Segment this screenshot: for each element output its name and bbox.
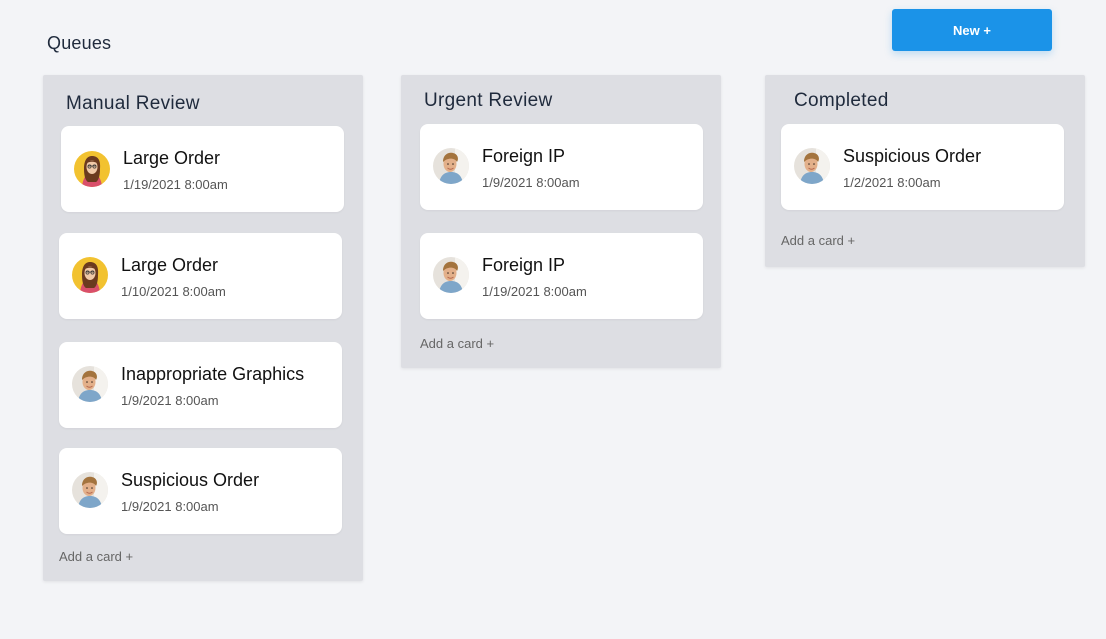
card-date: 1/10/2021 8:00am [121, 284, 226, 299]
male-avatar-icon [433, 148, 469, 184]
queue-card[interactable]: Foreign IP 1/19/2021 8:00am [420, 233, 703, 319]
page-title: Queues [47, 33, 112, 53]
queue-column-completed: Completed Suspicious Order 1/2/2021 8:00… [765, 75, 1085, 267]
new-button[interactable]: New + [892, 9, 1052, 51]
male-avatar-icon [72, 366, 108, 402]
queue-card[interactable]: Large Order 1/19/2021 8:00am [61, 126, 344, 212]
card-date: 1/9/2021 8:00am [121, 499, 219, 514]
card-date: 1/19/2021 8:00am [482, 284, 587, 299]
queue-card[interactable]: Large Order 1/10/2021 8:00am [59, 233, 342, 319]
card-date: 1/19/2021 8:00am [123, 177, 228, 192]
card-title: Suspicious Order [843, 146, 982, 166]
column-title: Urgent Review [424, 90, 553, 111]
add-card-button[interactable]: Add a card + [420, 336, 494, 351]
queue-card[interactable]: Suspicious Order 1/9/2021 8:00am [59, 448, 342, 534]
card-title: Suspicious Order [121, 470, 260, 490]
card-date: 1/9/2021 8:00am [482, 175, 580, 190]
column-title: Completed [794, 90, 889, 111]
card-title: Foreign IP [482, 146, 566, 166]
add-card-button[interactable]: Add a card + [59, 549, 133, 564]
female-avatar-icon [72, 257, 108, 293]
card-title: Large Order [121, 255, 219, 275]
add-card-button[interactable]: Add a card + [781, 233, 855, 248]
queue-card[interactable]: Inappropriate Graphics 1/9/2021 8:00am [59, 342, 342, 428]
queue-card[interactable]: Suspicious Order 1/2/2021 8:00am [781, 124, 1064, 210]
card-title: Inappropriate Graphics [121, 364, 305, 384]
male-avatar-icon [794, 148, 830, 184]
card-date: 1/9/2021 8:00am [121, 393, 219, 408]
card-title: Foreign IP [482, 255, 566, 275]
queue-column-manual-review: Manual Review Large Order 1/19/2021 8:00… [43, 75, 363, 581]
card-title: Large Order [123, 148, 221, 168]
female-avatar-icon [74, 151, 110, 187]
queue-column-urgent-review: Urgent Review Foreign IP 1/9/2021 8:00am… [401, 75, 721, 368]
queue-card[interactable]: Foreign IP 1/9/2021 8:00am [420, 124, 703, 210]
male-avatar-icon [72, 472, 108, 508]
male-avatar-icon [433, 257, 469, 293]
column-title: Manual Review [66, 93, 200, 114]
card-date: 1/2/2021 8:00am [843, 175, 941, 190]
